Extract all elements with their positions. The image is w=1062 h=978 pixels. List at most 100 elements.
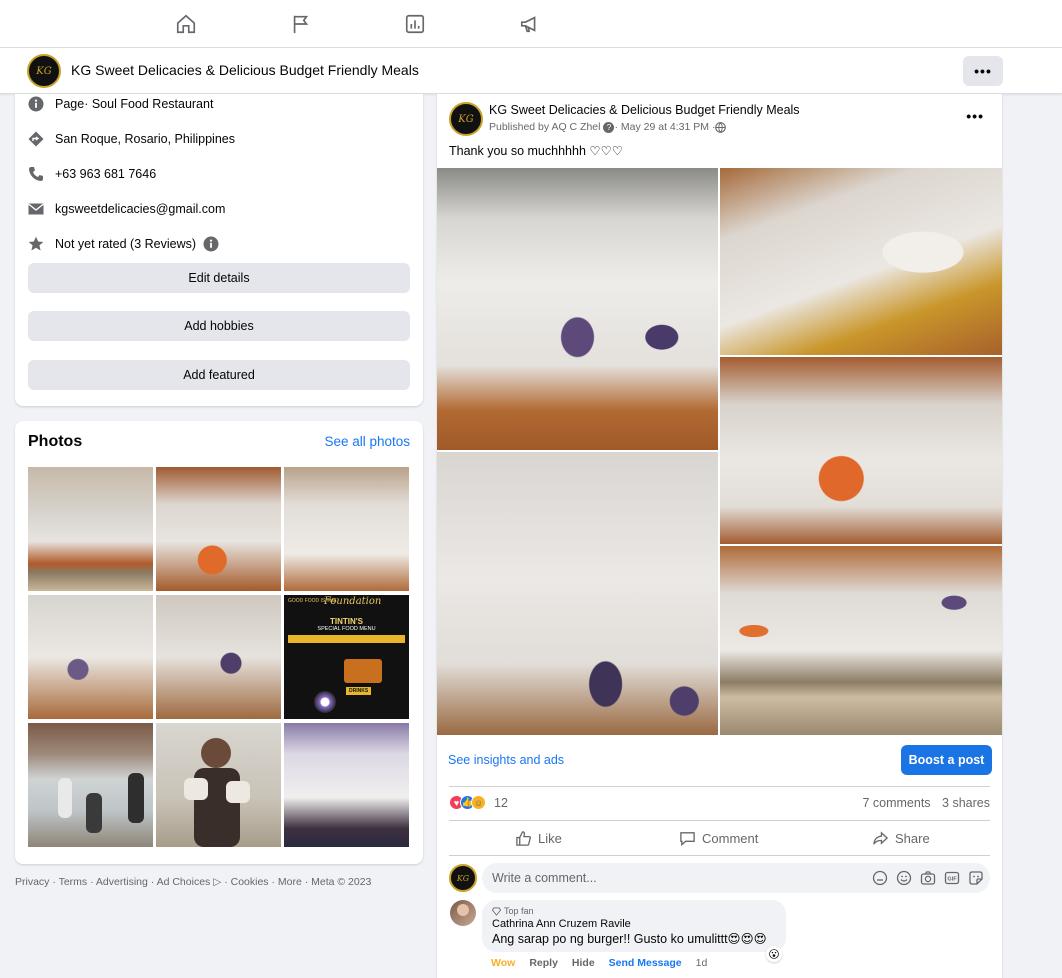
see-insights-link[interactable]: See insights and ads — [448, 753, 564, 767]
comment-label: Comment — [702, 831, 759, 846]
gif-icon[interactable]: GIF — [944, 870, 960, 886]
hide-button[interactable]: Hide — [572, 957, 595, 969]
published-by[interactable]: Published by AQ C Zhel — [489, 121, 600, 133]
top-fan-label: Top fan — [504, 906, 534, 916]
avatar-text: KG — [456, 873, 470, 883]
photos-card: Photos See all photos GOOD FOOD IS THE F… — [15, 421, 423, 864]
like-button[interactable]: Like — [515, 830, 562, 847]
top-navigation — [0, 0, 1062, 48]
add-featured-button[interactable]: Add featured — [28, 360, 410, 390]
photo-thumbnail[interactable] — [156, 467, 281, 591]
post-image[interactable] — [720, 357, 1002, 544]
post-meta: Published by AQ C Zhel ? · May 29 at 4:3… — [489, 121, 727, 133]
menu-drink-image — [314, 691, 336, 713]
post-author-avatar[interactable]: KG — [449, 102, 483, 136]
photo-thumbnail[interactable] — [284, 467, 409, 591]
edit-details-button[interactable]: Edit details — [28, 263, 410, 293]
post-image[interactable] — [437, 168, 718, 450]
sticker-icon[interactable] — [968, 870, 984, 886]
avatar-text: KG — [36, 65, 52, 77]
food-pack — [184, 778, 208, 800]
share-label: Share — [895, 831, 930, 846]
reaction-count: 12 — [494, 795, 508, 810]
post-date[interactable]: · May 29 at 4:31 PM · — [614, 121, 715, 133]
post-image[interactable] — [437, 452, 718, 735]
photo-thumbnail[interactable] — [156, 723, 281, 847]
post-text: Thank you so muchhhhh ♡♡♡ — [449, 144, 623, 158]
comment-actions: Wow Reply Hide Send Message 1d — [491, 957, 707, 969]
photo-thumbnail[interactable] — [28, 467, 153, 591]
comment-placeholder: Write a comment... — [492, 871, 597, 885]
emoji-icon[interactable] — [896, 870, 912, 886]
menu-subtitle: SPECIAL FOOD MENU — [317, 626, 376, 632]
send-message-button[interactable]: Send Message — [609, 957, 682, 969]
photo-thumbnail[interactable] — [28, 595, 153, 719]
svg-text:GIF: GIF — [947, 877, 957, 883]
page-more-button[interactable]: ••• — [963, 56, 1003, 86]
comment-input[interactable]: Write a comment... GIF — [482, 863, 990, 893]
photo-thumbnail[interactable] — [284, 723, 409, 847]
insights-icon[interactable] — [403, 12, 427, 36]
comment-author-avatar[interactable] — [450, 900, 476, 926]
avatar-sticker-icon[interactable] — [872, 870, 888, 886]
post-card: KG KG Sweet Delicacies & Delicious Budge… — [437, 94, 1002, 978]
flag-icon[interactable] — [289, 12, 313, 36]
megaphone-icon[interactable] — [518, 12, 542, 36]
comment-bubble: Top fan Cathrina Ann Cruzem Ravile Ang s… — [482, 900, 786, 952]
thumbs-up-icon — [516, 831, 531, 846]
boost-post-button[interactable]: Boost a post — [901, 745, 992, 775]
page-header-bar: KG KG Sweet Delicacies & Delicious Budge… — [0, 48, 1062, 94]
comment-time[interactable]: 1d — [696, 957, 708, 969]
info-icon — [27, 95, 45, 113]
like-label: Like — [538, 831, 562, 846]
post-more-button[interactable]: ••• — [966, 108, 984, 124]
post-image[interactable] — [720, 168, 1002, 355]
rating-text: Not yet rated (3 Reviews) — [55, 237, 197, 251]
share-button[interactable]: Share — [872, 830, 930, 847]
photo-thumbnail[interactable] — [156, 595, 281, 719]
info-address-row: San Roque, Rosario, Philippines — [27, 130, 235, 148]
intro-card: Page · Soul Food Restaurant San Roque, R… — [15, 94, 423, 406]
comment-text: Ang sarap po ng burger!! Gusto ko umulit… — [492, 932, 767, 946]
wow-reaction-button[interactable]: Wow — [491, 957, 515, 969]
info-phone-row: +63 963 681 7646 — [27, 165, 156, 183]
footer-links[interactable]: Privacy · Terms · Advertising · Ad Choic… — [15, 876, 371, 888]
post-image[interactable] — [720, 546, 1002, 735]
comment-reaction-icon[interactable]: 😮 — [766, 946, 782, 962]
diamond-icon — [492, 906, 501, 916]
home-icon[interactable] — [174, 12, 198, 36]
star-icon — [27, 235, 45, 253]
camera-icon[interactable] — [920, 870, 936, 886]
info-email-row: kgsweetdelicacies@gmail.com — [27, 200, 225, 218]
comments-count[interactable]: 7 comments — [862, 796, 930, 810]
phone-icon — [27, 165, 45, 183]
info-rating-row: Not yet rated (3 Reviews) — [27, 235, 220, 253]
menu-brand: TINTIN'S — [329, 617, 363, 626]
comment-author-name[interactable]: Cathrina Ann Cruzem Ravile — [492, 918, 776, 930]
page-title: KG Sweet Delicacies & Delicious Budget F… — [71, 62, 419, 78]
see-all-photos-link[interactable]: See all photos — [324, 434, 410, 449]
post-author-name[interactable]: KG Sweet Delicacies & Delicious Budget F… — [489, 103, 800, 117]
photo-thumbnail[interactable] — [28, 723, 153, 847]
engagement-counts: 7 comments 3 shares — [862, 796, 990, 810]
email-text: kgsweetdelicacies@gmail.com — [55, 202, 226, 216]
shares-count[interactable]: 3 shares — [942, 796, 990, 810]
comment-button[interactable]: Comment — [679, 830, 758, 847]
globe-icon — [715, 121, 727, 133]
person-figure — [86, 793, 102, 833]
page-avatar[interactable]: KG — [27, 54, 61, 88]
add-hobbies-button[interactable]: Add hobbies — [28, 311, 410, 341]
menu-photo-thumbnail[interactable]: GOOD FOOD IS THE Foundation TINTIN'S SPE… — [284, 595, 409, 719]
divider — [449, 855, 990, 856]
phone-text: +63 963 681 7646 — [55, 167, 157, 181]
menu-script: Foundation — [324, 596, 382, 607]
comment-icon — [680, 832, 695, 847]
face-shape — [457, 904, 469, 916]
reply-button[interactable]: Reply — [529, 957, 558, 969]
address-text: San Roque, Rosario, Philippines — [55, 132, 235, 146]
question-icon[interactable]: ? — [603, 121, 615, 133]
photos-title: Photos — [28, 433, 83, 450]
reactions-summary[interactable]: ♥ 👍 ☺ 12 — [449, 795, 508, 810]
rating-info-icon[interactable] — [202, 235, 220, 253]
commenter-avatar[interactable]: KG — [449, 864, 477, 892]
